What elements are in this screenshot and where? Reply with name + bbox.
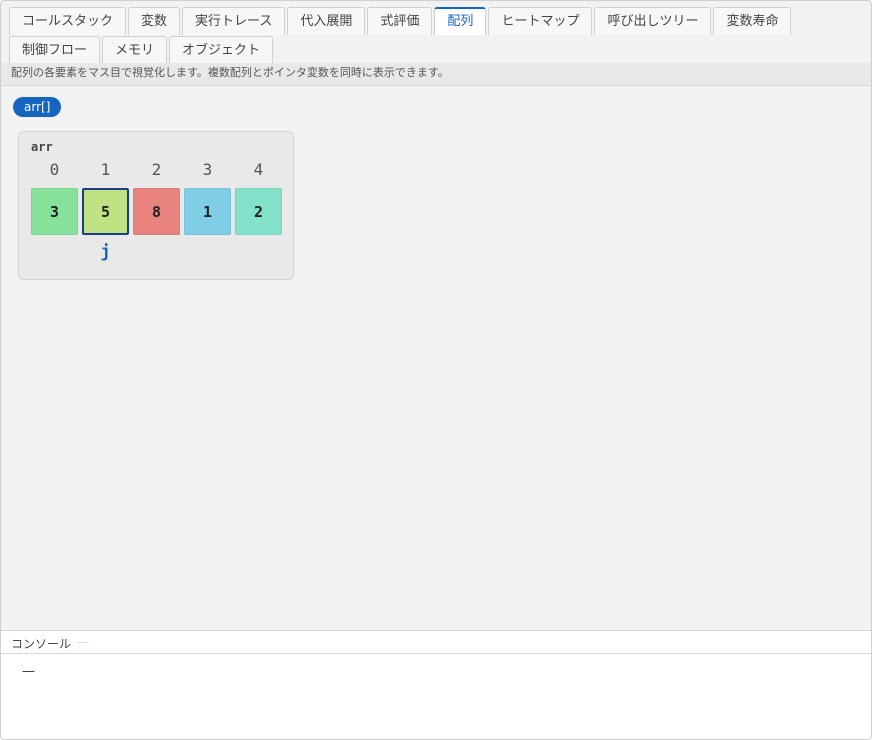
- tab-0[interactable]: コールスタック: [9, 7, 127, 35]
- array-selector-chip[interactable]: arr[]: [13, 97, 62, 117]
- tab-7[interactable]: 呼び出しツリー: [594, 7, 712, 35]
- array-cell: 5: [82, 188, 129, 235]
- visualizer-panel: コールスタック 変数 実行トレース 代入展開 式評価 配列 ヒートマップ 呼び出しツリー 変数寿…: [0, 0, 872, 740]
- array-index-label: 0: [49, 160, 60, 179]
- tab-9[interactable]: 制御フロー: [9, 36, 101, 64]
- tab-4[interactable]: 式評価: [367, 7, 433, 35]
- tab-bar: コールスタック 変数 実行トレース 代入展開 式評価 配列 ヒートマップ 呼び出しツリー 変数寿…: [9, 7, 859, 64]
- pointer-variable-label: j: [100, 242, 111, 262]
- tab-6[interactable]: ヒートマップ: [488, 7, 593, 35]
- console-header: コンソール: [1, 630, 871, 654]
- tab-5[interactable]: 配列: [434, 7, 487, 35]
- array-cell: 1: [184, 188, 231, 235]
- tab-8[interactable]: 変数寿命: [713, 7, 792, 35]
- panel-description: 配列の各要素をマス目で視覚化します。複数配列とポインタ変数を同時に表示できます。: [1, 63, 871, 86]
- console-output: —: [22, 664, 35, 679]
- array-name: arr: [31, 140, 53, 154]
- tab-2[interactable]: 実行トレース: [182, 7, 286, 35]
- console-title: コンソール: [11, 637, 72, 651]
- array-index-label: 1: [100, 160, 111, 179]
- tab-10[interactable]: メモリ: [102, 36, 168, 64]
- array-view: arr 0 3 1 5 2 8 3 1 4 2 j: [18, 131, 294, 280]
- tab-1[interactable]: 変数: [128, 7, 181, 35]
- tab-3[interactable]: 代入展開: [287, 7, 366, 35]
- array-cell: 8: [133, 188, 180, 235]
- console-divider: [77, 642, 89, 643]
- array-index-label: 3: [202, 160, 213, 179]
- array-index-label: 2: [151, 160, 162, 179]
- array-index-label: 4: [253, 160, 264, 179]
- array-cell: 2: [235, 188, 282, 235]
- console-output-area: —: [1, 654, 871, 739]
- array-cell: 3: [31, 188, 78, 235]
- tab-11[interactable]: オブジェクト: [169, 36, 274, 64]
